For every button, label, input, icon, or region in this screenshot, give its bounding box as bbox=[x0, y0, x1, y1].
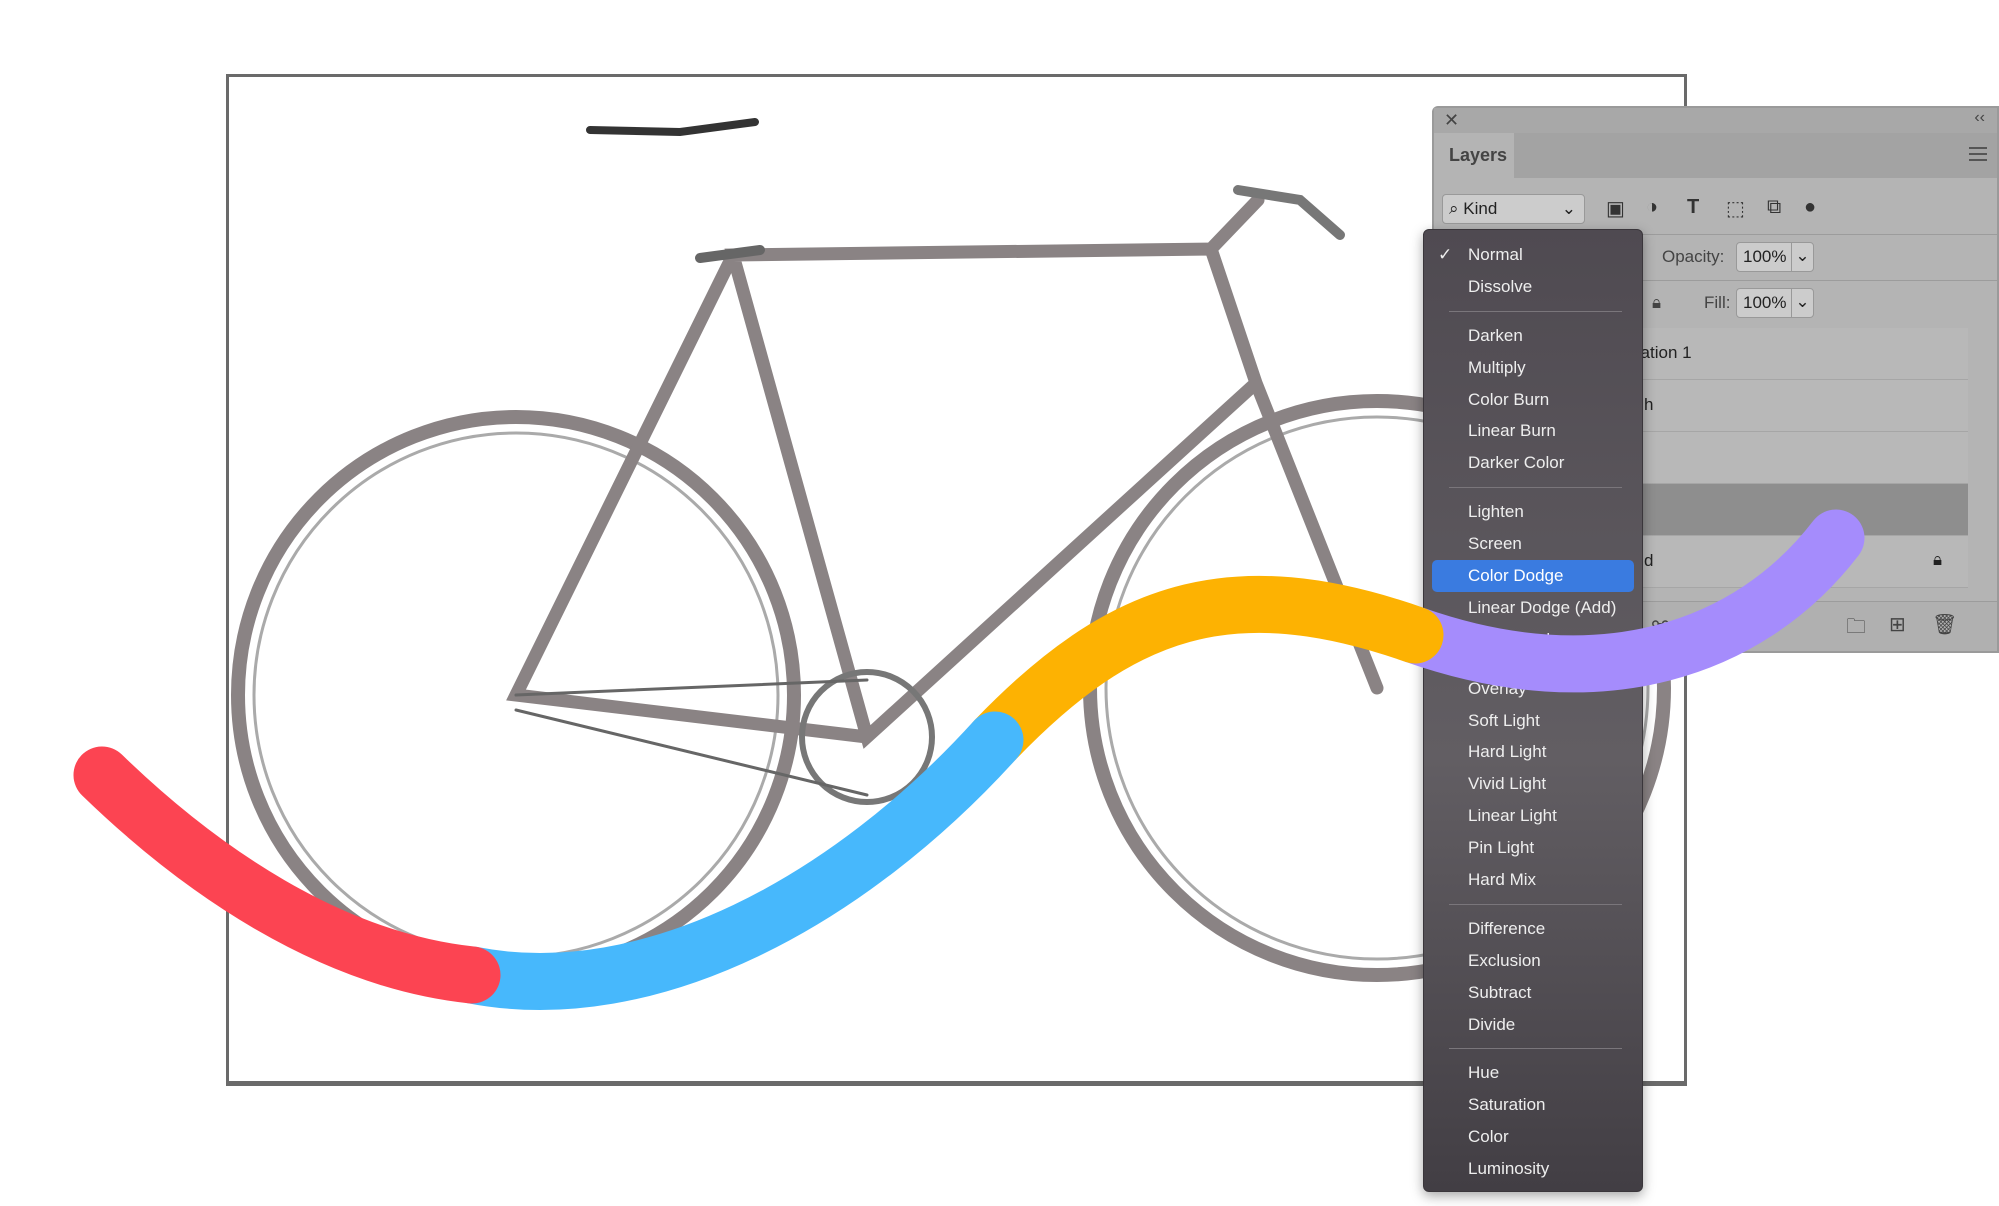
menu-item-hue[interactable]: Hue bbox=[1432, 1057, 1634, 1089]
menu-item-label: Exclusion bbox=[1468, 950, 1541, 970]
menu-item-label: Multiply bbox=[1468, 357, 1526, 377]
menu-item-screen[interactable]: Screen bbox=[1432, 528, 1634, 560]
blend-mode-menu[interactable]: ✓ Normal Dissolve Darken Multiply Color Burn L… bbox=[1423, 229, 1643, 1192]
menu-separator bbox=[1449, 479, 1622, 496]
menu-item-hard-mix[interactable]: Hard Mix bbox=[1432, 864, 1634, 896]
chevron-down-icon[interactable]: ⌄ bbox=[1791, 288, 1813, 318]
opacity-label: Opacity: bbox=[1662, 247, 1725, 266]
kind-filter-dropdown[interactable]: ⌕ Kind ⌄ bbox=[1442, 194, 1585, 224]
menu-item-subtract[interactable]: Subtract bbox=[1432, 977, 1634, 1009]
chevron-down-icon: ⌄ bbox=[1561, 199, 1576, 218]
menu-item-label: Vivid Light bbox=[1468, 774, 1547, 794]
menu-separator bbox=[1449, 656, 1622, 673]
menu-separator bbox=[1449, 303, 1622, 320]
adjustment-filter-icon[interactable]: ◑ bbox=[1646, 196, 1658, 219]
menu-item-label: Subtract bbox=[1468, 982, 1532, 1002]
menu-item-darker-color[interactable]: Darker Color bbox=[1432, 447, 1634, 479]
menu-item-label: Color bbox=[1468, 1127, 1509, 1147]
menu-item-label: Pin Light bbox=[1468, 838, 1535, 858]
menu-item-label: Linear Dodge (Add) bbox=[1468, 597, 1617, 617]
menu-separator bbox=[1449, 896, 1622, 913]
menu-item-label: Normal bbox=[1468, 245, 1523, 264]
menu-item-normal[interactable]: ✓ Normal bbox=[1432, 239, 1634, 271]
new-layer-icon[interactable]: ⊞ bbox=[1889, 612, 1906, 637]
menu-item-label: Screen bbox=[1468, 534, 1522, 554]
collapse-icon[interactable]: ‹‹ bbox=[1974, 109, 1985, 127]
menu-item-label: Hard Mix bbox=[1468, 870, 1537, 890]
type-filter-icon[interactable]: T bbox=[1687, 196, 1699, 219]
fx-icon[interactable]: f bbox=[1704, 612, 1710, 635]
menu-item-label: Luminosity bbox=[1468, 1159, 1550, 1179]
menu-item-darken[interactable]: Darken bbox=[1432, 320, 1634, 352]
shape-filter-icon[interactable]: ⬚ bbox=[1726, 196, 1745, 221]
search-icon: ⌕ bbox=[1449, 199, 1464, 218]
menu-item-label: Color Dodge bbox=[1468, 566, 1564, 586]
smart-object-filter-icon[interactable]: ⧉ bbox=[1767, 196, 1781, 219]
chevron-down-icon[interactable]: ⌄ bbox=[1791, 242, 1813, 272]
menu-item-color-burn[interactable]: Color Burn bbox=[1432, 384, 1634, 416]
menu-item-label: Darker Color bbox=[1468, 453, 1565, 473]
menu-item-label: Difference bbox=[1468, 918, 1546, 938]
menu-item-exclusion[interactable]: Exclusion bbox=[1432, 945, 1634, 977]
menu-item-color[interactable]: Color bbox=[1432, 1121, 1634, 1153]
menu-item-divide[interactable]: Divide bbox=[1432, 1009, 1634, 1041]
opacity-field[interactable]: 100% ⌄ bbox=[1736, 242, 1814, 272]
menu-item-saturation[interactable]: Saturation bbox=[1432, 1089, 1634, 1121]
menu-item-label: Lighten bbox=[1468, 502, 1524, 522]
menu-item-difference[interactable]: Difference bbox=[1432, 913, 1634, 945]
menu-item-linear-burn[interactable]: Linear Burn bbox=[1432, 415, 1634, 447]
menu-item-multiply[interactable]: Multiply bbox=[1432, 352, 1634, 384]
menu-item-overlay[interactable]: Overlay bbox=[1432, 673, 1634, 705]
fill-label: Fill: bbox=[1704, 293, 1731, 312]
menu-item-hard-light[interactable]: Hard Light bbox=[1432, 736, 1634, 768]
filter-label: Kind bbox=[1463, 199, 1498, 218]
close-icon[interactable]: ✕ bbox=[1444, 110, 1459, 131]
menu-item-lighter-color[interactable]: Lighter Color bbox=[1432, 624, 1634, 656]
link-icon[interactable]: ⚯ bbox=[1652, 612, 1669, 637]
menu-item-label: Lighter Color bbox=[1468, 629, 1566, 649]
lock-icon: 🔒︎ bbox=[1932, 550, 1942, 569]
menu-item-luminosity[interactable]: Luminosity bbox=[1432, 1153, 1634, 1185]
menu-item-label: Hue bbox=[1468, 1063, 1500, 1083]
menu-item-label: Saturation bbox=[1468, 1095, 1546, 1115]
menu-item-label: Dissolve bbox=[1468, 276, 1533, 296]
menu-item-dissolve[interactable]: Dissolve bbox=[1432, 271, 1634, 303]
panel-menu-icon[interactable] bbox=[1969, 147, 1987, 161]
menu-item-linear-dodge-add[interactable]: Linear Dodge (Add) bbox=[1432, 592, 1634, 624]
menu-item-soft-light[interactable]: Soft Light bbox=[1432, 705, 1634, 737]
menu-item-linear-light[interactable]: Linear Light bbox=[1432, 800, 1634, 832]
menu-item-label: Darken bbox=[1468, 325, 1523, 345]
menu-item-vivid-light[interactable]: Vivid Light bbox=[1432, 768, 1634, 800]
menu-item-label: Soft Light bbox=[1468, 710, 1540, 730]
fill-field[interactable]: 100% ⌄ bbox=[1736, 288, 1814, 318]
menu-item-label: Linear Light bbox=[1468, 806, 1557, 826]
filter-toggle-icon[interactable]: ● bbox=[1804, 196, 1816, 219]
menu-item-label: Overlay bbox=[1468, 678, 1527, 698]
checkmark-icon: ✓ bbox=[1438, 245, 1453, 264]
lock-icon[interactable]: 🔒︎ bbox=[1652, 293, 1661, 313]
menu-separator bbox=[1449, 1040, 1622, 1057]
pixel-layer-filter-icon[interactable]: ▣ bbox=[1606, 196, 1625, 221]
menu-item-label: Color Burn bbox=[1468, 389, 1550, 409]
menu-item-lighten[interactable]: Lighten bbox=[1432, 496, 1634, 528]
menu-item-pin-light[interactable]: Pin Light bbox=[1432, 832, 1634, 864]
trash-icon[interactable]: 🗑︎ bbox=[1932, 612, 1957, 637]
new-group-folder-icon[interactable]: 🗀 bbox=[1846, 612, 1866, 646]
menu-item-label: Linear Burn bbox=[1468, 421, 1556, 441]
menu-item-label: Divide bbox=[1468, 1014, 1516, 1034]
menu-item-label: Hard Light bbox=[1468, 742, 1547, 762]
menu-item-color-dodge[interactable]: Color Dodge bbox=[1432, 560, 1634, 592]
tab-layers[interactable]: Layers bbox=[1434, 133, 1514, 178]
